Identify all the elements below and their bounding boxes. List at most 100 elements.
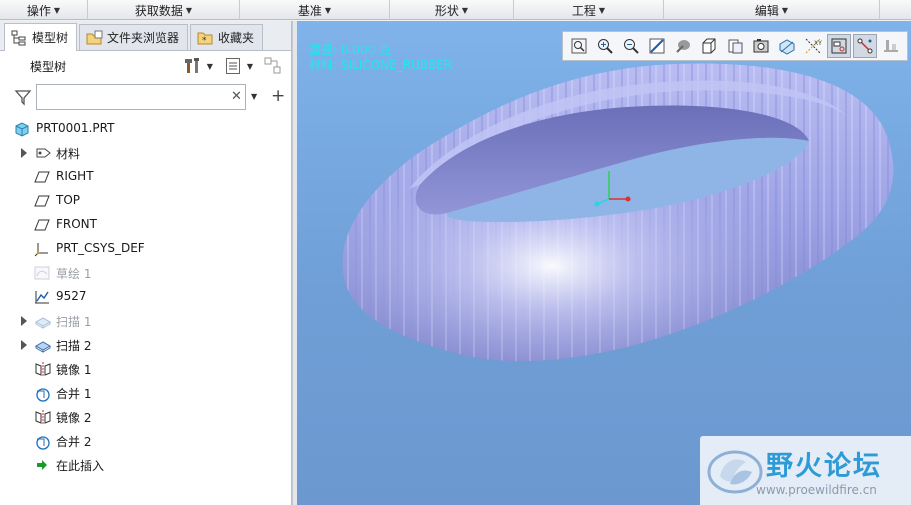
mirror-icon [34,361,52,377]
tree-item[interactable]: RIGHT [0,165,291,189]
tree-item[interactable]: 合并 2 [0,429,291,453]
view-manager-icon [726,37,744,55]
plane-display-button[interactable] [879,34,903,58]
chevron-down-icon: ▼ [781,5,789,15]
navigator-panel: 模型树 文件夹浏览器 * 收藏夹 模型树 ▼ ▼ ✕ ▼ + PRT0001.PRT 材… [0,21,292,505]
plane-display-icon [882,37,900,55]
datum-plane-icon [34,193,52,209]
zoom-in-icon [596,37,614,55]
expand-arrow-icon[interactable] [21,148,27,158]
model-tree: PRT0001.PRT 材料 RIGHT TOP FRONT PRT_CSYS_DEF 草绘… [0,117,291,477]
tab-label: 文件夹浏览器 [107,31,180,45]
tree-filter-items-button[interactable] [263,56,283,76]
expand-arrow-icon[interactable] [21,316,27,326]
chevron-down-icon: ▼ [185,5,193,15]
tab-1[interactable]: 文件夹浏览器 [79,24,189,50]
datum-plane-icon [34,217,52,233]
ribbon-group-label: 工程 [571,3,596,18]
svg-text:XY: XY [814,40,822,47]
repaint-icon [648,37,666,55]
tree-item[interactable]: 在此插入 [0,453,291,477]
ribbon-group-3[interactable]: 形状 ▼ [390,0,514,20]
add-filter-icon[interactable]: + [271,86,285,106]
ribbon-group-bar: 操作 ▼ 获取数据 ▼ 基准 ▼ 形状 ▼ 工程 ▼ 编辑 ▼ [0,0,911,20]
tree-item-label: 9527 [56,289,87,303]
tree-item[interactable]: 合并 1 [0,381,291,405]
ribbon-group-4[interactable]: 工程 ▼ [514,0,664,20]
tree-item[interactable]: 扫描 2 [0,333,291,357]
tree-search-input[interactable] [36,84,246,110]
spin-center-button[interactable] [827,34,851,58]
tree-item[interactable]: 扫描 1 [0,309,291,333]
mirror-icon [34,409,52,425]
search-options-dropdown[interactable]: ▼ [251,92,257,101]
ribbon-group-label: 形状 [434,3,459,18]
navigator-tabs: 模型树 文件夹浏览器 * 收藏夹 [0,21,291,51]
tree-item-label: 合并 2 [56,435,92,449]
tree-item-label: 镜像 2 [56,411,92,425]
merge-icon [34,385,52,402]
tree-item[interactable]: 草绘 1 [0,261,291,285]
tree-item[interactable]: 镜像 2 [0,405,291,429]
zoom-out-button[interactable] [619,34,643,58]
chevron-down-icon: ▼ [598,5,606,15]
clear-search-icon[interactable]: ✕ [231,89,242,104]
sweep-icon [34,337,52,353]
datum-display-button[interactable]: XY [801,34,825,58]
model-tree-title: 模型树 [30,59,67,74]
zoom-in-button[interactable] [593,34,617,58]
tree-settings-button[interactable] [183,56,203,76]
tree-item-label: PRT0001.PRT [36,121,115,135]
tree-settings-dropdown[interactable]: ▼ [207,62,213,71]
tree-root[interactable]: PRT0001.PRT [0,117,291,141]
svg-text:*: * [202,36,207,46]
tree-item[interactable]: FRONT [0,213,291,237]
annotation-display-button[interactable] [853,34,877,58]
tab-0[interactable]: 模型树 [4,23,78,51]
watermark-url: www.proewildfire.cn [756,483,877,497]
tree-item[interactable]: PRT_CSYS_DEF [0,237,291,261]
graphics-window[interactable]: 重量: 0.000 克 材料: SILICONE_RUBBER XY 野火论坛 … [297,21,911,505]
tree-search-row: ✕ ▼ + [0,81,291,113]
ribbon-group-5[interactable]: 编辑 ▼ [664,0,880,20]
csys-icon [34,241,52,257]
perspective-icon [752,37,770,55]
watermark-title: 野火论坛 [766,451,882,482]
repaint-button[interactable] [645,34,669,58]
tree-item[interactable]: 材料 [0,141,291,165]
saved-views-button[interactable] [697,34,721,58]
chevron-down-icon: ▼ [53,5,61,15]
tree-item-label: RIGHT [56,169,94,183]
material-readout: 材料: SILICONE_RUBBER [309,58,453,72]
tree-show-dropdown[interactable]: ▼ [247,62,253,71]
filter-icon[interactable] [14,88,32,106]
tree-item[interactable]: TOP [0,189,291,213]
tree-item[interactable]: 9527 [0,285,291,309]
model-tree-header: 模型树 ▼ ▼ [0,51,291,81]
display-style-button[interactable] [671,34,695,58]
perspective-button[interactable] [749,34,773,58]
tree-item[interactable]: 镜像 1 [0,357,291,381]
sketch-icon [34,265,52,281]
tree-item-label: 扫描 1 [56,315,92,329]
material-icon [34,145,52,161]
expand-arrow-icon[interactable] [21,340,27,350]
ribbon-group-label: 编辑 [754,3,779,18]
refit-button[interactable] [567,34,591,58]
folder-browser-icon [86,30,103,46]
datum-plane-icon [34,169,52,185]
ribbon-group-0[interactable]: 操作 ▼ [0,0,88,20]
tree-show-button[interactable] [223,56,243,76]
ribbon-group-2[interactable]: 基准 ▼ [240,0,390,20]
section-button[interactable] [775,34,799,58]
tab-2[interactable]: * 收藏夹 [190,24,264,50]
ribbon-group-1[interactable]: 获取数据 ▼ [88,0,240,20]
section-icon [778,37,796,55]
tree-item-label: 合并 1 [56,387,92,401]
view-manager-button[interactable] [723,34,747,58]
datum-display-icon: XY [804,37,822,55]
tab-label: 收藏夹 [218,31,255,45]
tree-item-label: 材料 [56,147,81,161]
tree-item-label: FRONT [56,217,97,231]
tree-item-label: 镜像 1 [56,363,92,377]
